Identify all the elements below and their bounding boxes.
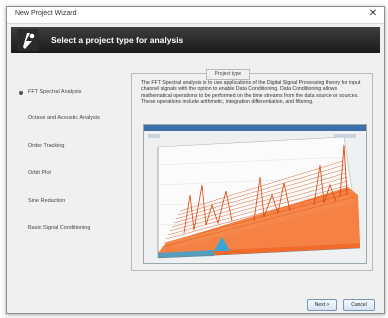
project-description: The FFT Spectral analysis is to use appl… (141, 80, 361, 106)
option-octave-acoustic-analysis[interactable]: Octave and Acoustic Analysis (19, 114, 134, 126)
option-label: Basic Signal Conditioning (28, 225, 91, 231)
option-order-tracking[interactable]: Order Tracking (19, 142, 134, 154)
option-label: Octave and Acoustic Analysis (28, 115, 100, 121)
wizard-logo-icon (17, 29, 39, 51)
option-basic-signal-conditioning[interactable]: Basic Signal Conditioning (19, 224, 134, 236)
cancel-button[interactable]: Cancel (343, 299, 375, 311)
panel-legend: Project type (206, 69, 250, 80)
option-orbit-plot[interactable]: Orbit Plot (19, 169, 134, 181)
wizard-window: New Project Wizard ✕ Select a project ty… (6, 6, 385, 314)
title-bar: New Project Wizard ✕ (7, 7, 384, 24)
option-fft-spectral-analysis[interactable]: FFT Spectral Analysis (19, 88, 134, 100)
next-button[interactable]: Next > (307, 299, 337, 311)
option-label: Orbit Plot (28, 170, 51, 176)
option-label: FFT Spectral Analysis (28, 89, 82, 95)
close-icon[interactable]: ✕ (366, 7, 380, 21)
option-label: Sine Reduction (28, 198, 66, 204)
preview-waterfall-plot (143, 124, 367, 264)
wizard-header: Select a project type for analysis (11, 27, 380, 53)
window-title: New Project Wizard (15, 10, 77, 17)
option-label: Order Tracking (28, 143, 65, 149)
header-title: Select a project type for analysis (51, 35, 184, 45)
option-sine-reduction[interactable]: Sine Reduction (19, 197, 134, 209)
selected-radio-icon (19, 91, 23, 95)
waterfall-plot-image (144, 125, 366, 263)
